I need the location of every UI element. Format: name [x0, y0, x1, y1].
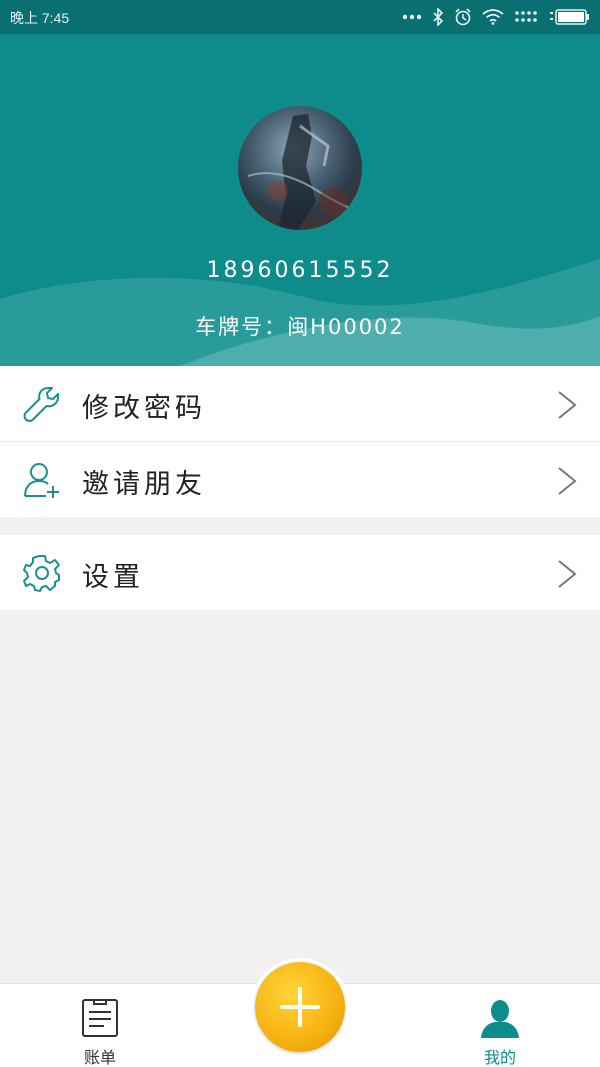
user-icon	[481, 1000, 519, 1038]
plus-icon	[280, 987, 320, 1027]
plate-label: 车牌号：	[195, 315, 288, 339]
license-plate: 车牌号：闽H00002	[0, 311, 600, 341]
status-time: 晚上 7:45	[10, 10, 70, 26]
add-button[interactable]	[251, 958, 349, 1056]
avatar-illustration	[247, 114, 359, 230]
status-icons	[402, 6, 590, 28]
menu-label-change-password: 修改密码	[82, 393, 206, 424]
tab-bill[interactable]: 账单	[40, 984, 160, 1067]
tab-bill-label: 账单	[83, 1048, 116, 1067]
phone-number: 18960615552	[206, 258, 394, 283]
avatar[interactable]	[238, 106, 362, 230]
battery-icon	[550, 9, 589, 25]
wifi-icon	[482, 9, 504, 25]
profile-header: 18960615552 车牌号：闽H00002	[0, 34, 600, 366]
signal-icon	[515, 11, 537, 22]
plate-value: 闽H00002	[287, 315, 405, 339]
menu-item-settings[interactable]: 设置	[0, 535, 600, 610]
chevron-right-icon	[558, 467, 577, 495]
menu-group-account: 修改密码 邀请朋友	[0, 366, 600, 517]
more-dots-icon	[402, 14, 422, 20]
gear-icon	[23, 555, 60, 592]
menu-label-settings: 设置	[82, 562, 144, 593]
chevron-right-icon	[558, 560, 577, 588]
bluetooth-icon	[433, 8, 444, 26]
menu-item-invite-friends[interactable]: 邀请朋友	[0, 441, 600, 516]
status-bar: 晚上 7:45	[0, 0, 600, 34]
menu-label-invite-friends: 邀请朋友	[82, 469, 206, 500]
menu-group-settings: 设置	[0, 535, 600, 610]
wrench-icon	[23, 387, 59, 422]
alarm-icon	[455, 8, 471, 26]
menu-item-change-password[interactable]: 修改密码	[0, 366, 600, 441]
tab-mine[interactable]: 我的	[440, 984, 560, 1067]
chevron-right-icon	[558, 391, 577, 419]
bill-icon	[82, 999, 118, 1037]
add-user-icon	[24, 463, 59, 498]
tab-mine-label: 我的	[483, 1048, 516, 1067]
